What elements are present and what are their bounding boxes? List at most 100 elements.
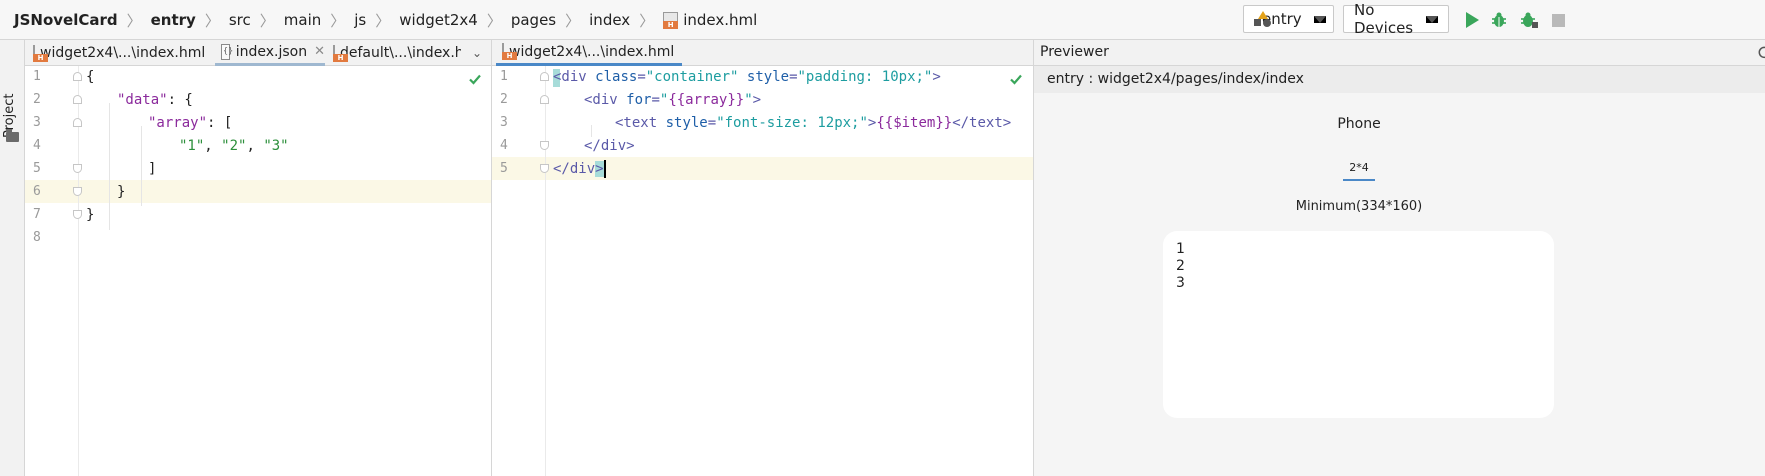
chevron-down-icon (1426, 15, 1438, 23)
fold-marker[interactable] (73, 118, 82, 127)
fold-marker[interactable] (540, 164, 549, 173)
right-editor-tabbar: widget2x4\...\index.hml ✕ (492, 40, 1033, 66)
line-number: 5 (500, 161, 508, 176)
breadcrumb-item-main[interactable]: main (284, 11, 321, 29)
attach-debug-icon (1521, 12, 1538, 28)
chevron-right-icon: 〉 (565, 11, 581, 30)
run-button[interactable] (1462, 10, 1482, 30)
preview-list: 1 2 3 (1176, 241, 1185, 292)
line-number: 4 (500, 138, 508, 153)
code-line[interactable]: <div class="container" style="padding: 1… (553, 66, 941, 89)
code-line[interactable]: "data": { (117, 89, 193, 112)
code-line[interactable]: } (117, 181, 125, 204)
attach-debugger-button[interactable] (1519, 10, 1539, 30)
tab-size-2x4[interactable]: 2*4 (1343, 161, 1375, 181)
code-line[interactable]: <text style="font-size: 12px;">{{$item}}… (615, 112, 1011, 135)
preview-text-item: 1 (1176, 241, 1185, 257)
indent-guide (109, 103, 110, 230)
fold-marker[interactable] (540, 72, 549, 81)
debug-icon (1492, 12, 1506, 27)
breadcrumb-item-pages[interactable]: pages (511, 11, 556, 29)
current-line-highlight (25, 180, 491, 203)
gutter-divider (545, 66, 546, 476)
device-label: Phone (1337, 116, 1381, 132)
chevron-right-icon: 〉 (259, 11, 275, 30)
debug-button[interactable] (1489, 10, 1509, 30)
text-cursor (603, 160, 606, 178)
line-number: 5 (33, 161, 41, 176)
line-number: 8 (33, 230, 41, 245)
refresh-icon[interactable] (1758, 46, 1765, 60)
tab-label: index.json (235, 43, 308, 60)
code-line[interactable]: "1", "2", "3" (179, 135, 289, 158)
chevron-right-icon: 〉 (330, 11, 346, 30)
json-file-icon (221, 43, 233, 60)
tab-widget-index-hml-active[interactable]: widget2x4\...\index.hml ✕ (496, 40, 682, 66)
line-number: 4 (33, 138, 41, 153)
fold-marker[interactable] (73, 72, 82, 81)
device-select-value: No Devices (1354, 1, 1414, 37)
chevron-down-icon[interactable]: ⌄ (472, 46, 482, 60)
code-line[interactable]: </div> (553, 158, 606, 181)
code-line[interactable]: { (86, 66, 94, 89)
tab-index-json[interactable]: index.json ✕ (215, 40, 325, 66)
device-select[interactable]: No Devices (1343, 1, 1449, 37)
line-number: 3 (500, 115, 508, 130)
fold-marker[interactable] (73, 164, 82, 173)
hml-file-icon (333, 44, 348, 62)
preview-path: entry : widget2x4/pages/index/index (1047, 71, 1304, 87)
hml-file-icon (663, 11, 679, 29)
breadcrumb-label: pages (510, 11, 557, 29)
previewer-panel: Previewer entry : widget2x4/pages/index/… (1033, 40, 1765, 476)
breadcrumb-item-entry[interactable]: entry (151, 11, 196, 29)
fold-marker[interactable] (73, 95, 82, 104)
stop-button[interactable] (1548, 10, 1568, 30)
preview-text-item: 2 (1176, 258, 1185, 274)
close-icon[interactable]: ✕ (681, 44, 682, 59)
line-number: 1 (500, 69, 508, 84)
tab-label: default\...\index.hml (340, 45, 461, 61)
chevron-right-icon: 〉 (204, 11, 220, 30)
breadcrumb-item-src[interactable]: src (229, 11, 251, 29)
close-icon[interactable]: ✕ (212, 46, 213, 61)
tool-window-strip: Project (0, 40, 25, 476)
check-icon (469, 74, 481, 85)
code-line[interactable]: </div> (584, 135, 635, 158)
breadcrumb-item-js[interactable]: js (354, 11, 366, 29)
tab-widget-index-hml[interactable]: widget2x4\...\index.hml ✕ (27, 40, 213, 66)
indent-guide (141, 126, 142, 206)
module-select[interactable]: entry (1243, 5, 1334, 33)
code-line[interactable]: ] (148, 158, 156, 181)
breadcrumb-item-index[interactable]: index (589, 11, 630, 29)
line-number: 6 (33, 184, 41, 199)
fold-marker[interactable] (540, 141, 549, 150)
preview-text-item: 3 (1176, 275, 1185, 291)
previewer-path-bar: entry : widget2x4/pages/index/index (1034, 66, 1765, 93)
breadcrumb-label: index (589, 11, 631, 29)
chevron-down-icon (1313, 15, 1326, 23)
widget-preview-card: 1 2 3 (1163, 231, 1554, 418)
tab-default-index-hml[interactable]: default\...\index.hml (327, 40, 461, 66)
line-number: 1 (33, 69, 41, 84)
fold-marker[interactable] (73, 187, 82, 196)
code-line[interactable]: } (86, 204, 94, 227)
line-number: 7 (33, 207, 41, 222)
code-line[interactable]: <div for="{{array}}"> (584, 89, 761, 112)
right-editor-pane: widget2x4\...\index.hml ✕ 1 2 3 4 5 <div… (492, 40, 1033, 476)
tab-label: widget2x4\...\index.hml (509, 43, 675, 60)
previewer-title: Previewer (1040, 44, 1109, 60)
chevron-right-icon: 〉 (486, 11, 502, 30)
left-editor-pane: widget2x4\...\index.hml ✕ index.json ✕ d… (25, 40, 491, 476)
line-number: 2 (500, 92, 508, 107)
breadcrumb-label: JSNovelCard (14, 11, 118, 29)
code-line[interactable]: "array": [ (148, 112, 232, 135)
close-icon[interactable]: ✕ (314, 44, 325, 59)
hml-file-icon (33, 44, 48, 62)
chevron-right-icon: 〉 (126, 11, 142, 30)
breadcrumb-item-file[interactable]: index.hml (663, 11, 757, 29)
fold-marker[interactable] (540, 95, 549, 104)
breadcrumb-item-widget[interactable]: widget2x4 (399, 11, 478, 29)
breadcrumb-item-project[interactable]: JSNovelCard (14, 11, 118, 29)
fold-marker[interactable] (73, 210, 82, 219)
minimum-size-label: Minimum(334*160) (1295, 199, 1423, 214)
